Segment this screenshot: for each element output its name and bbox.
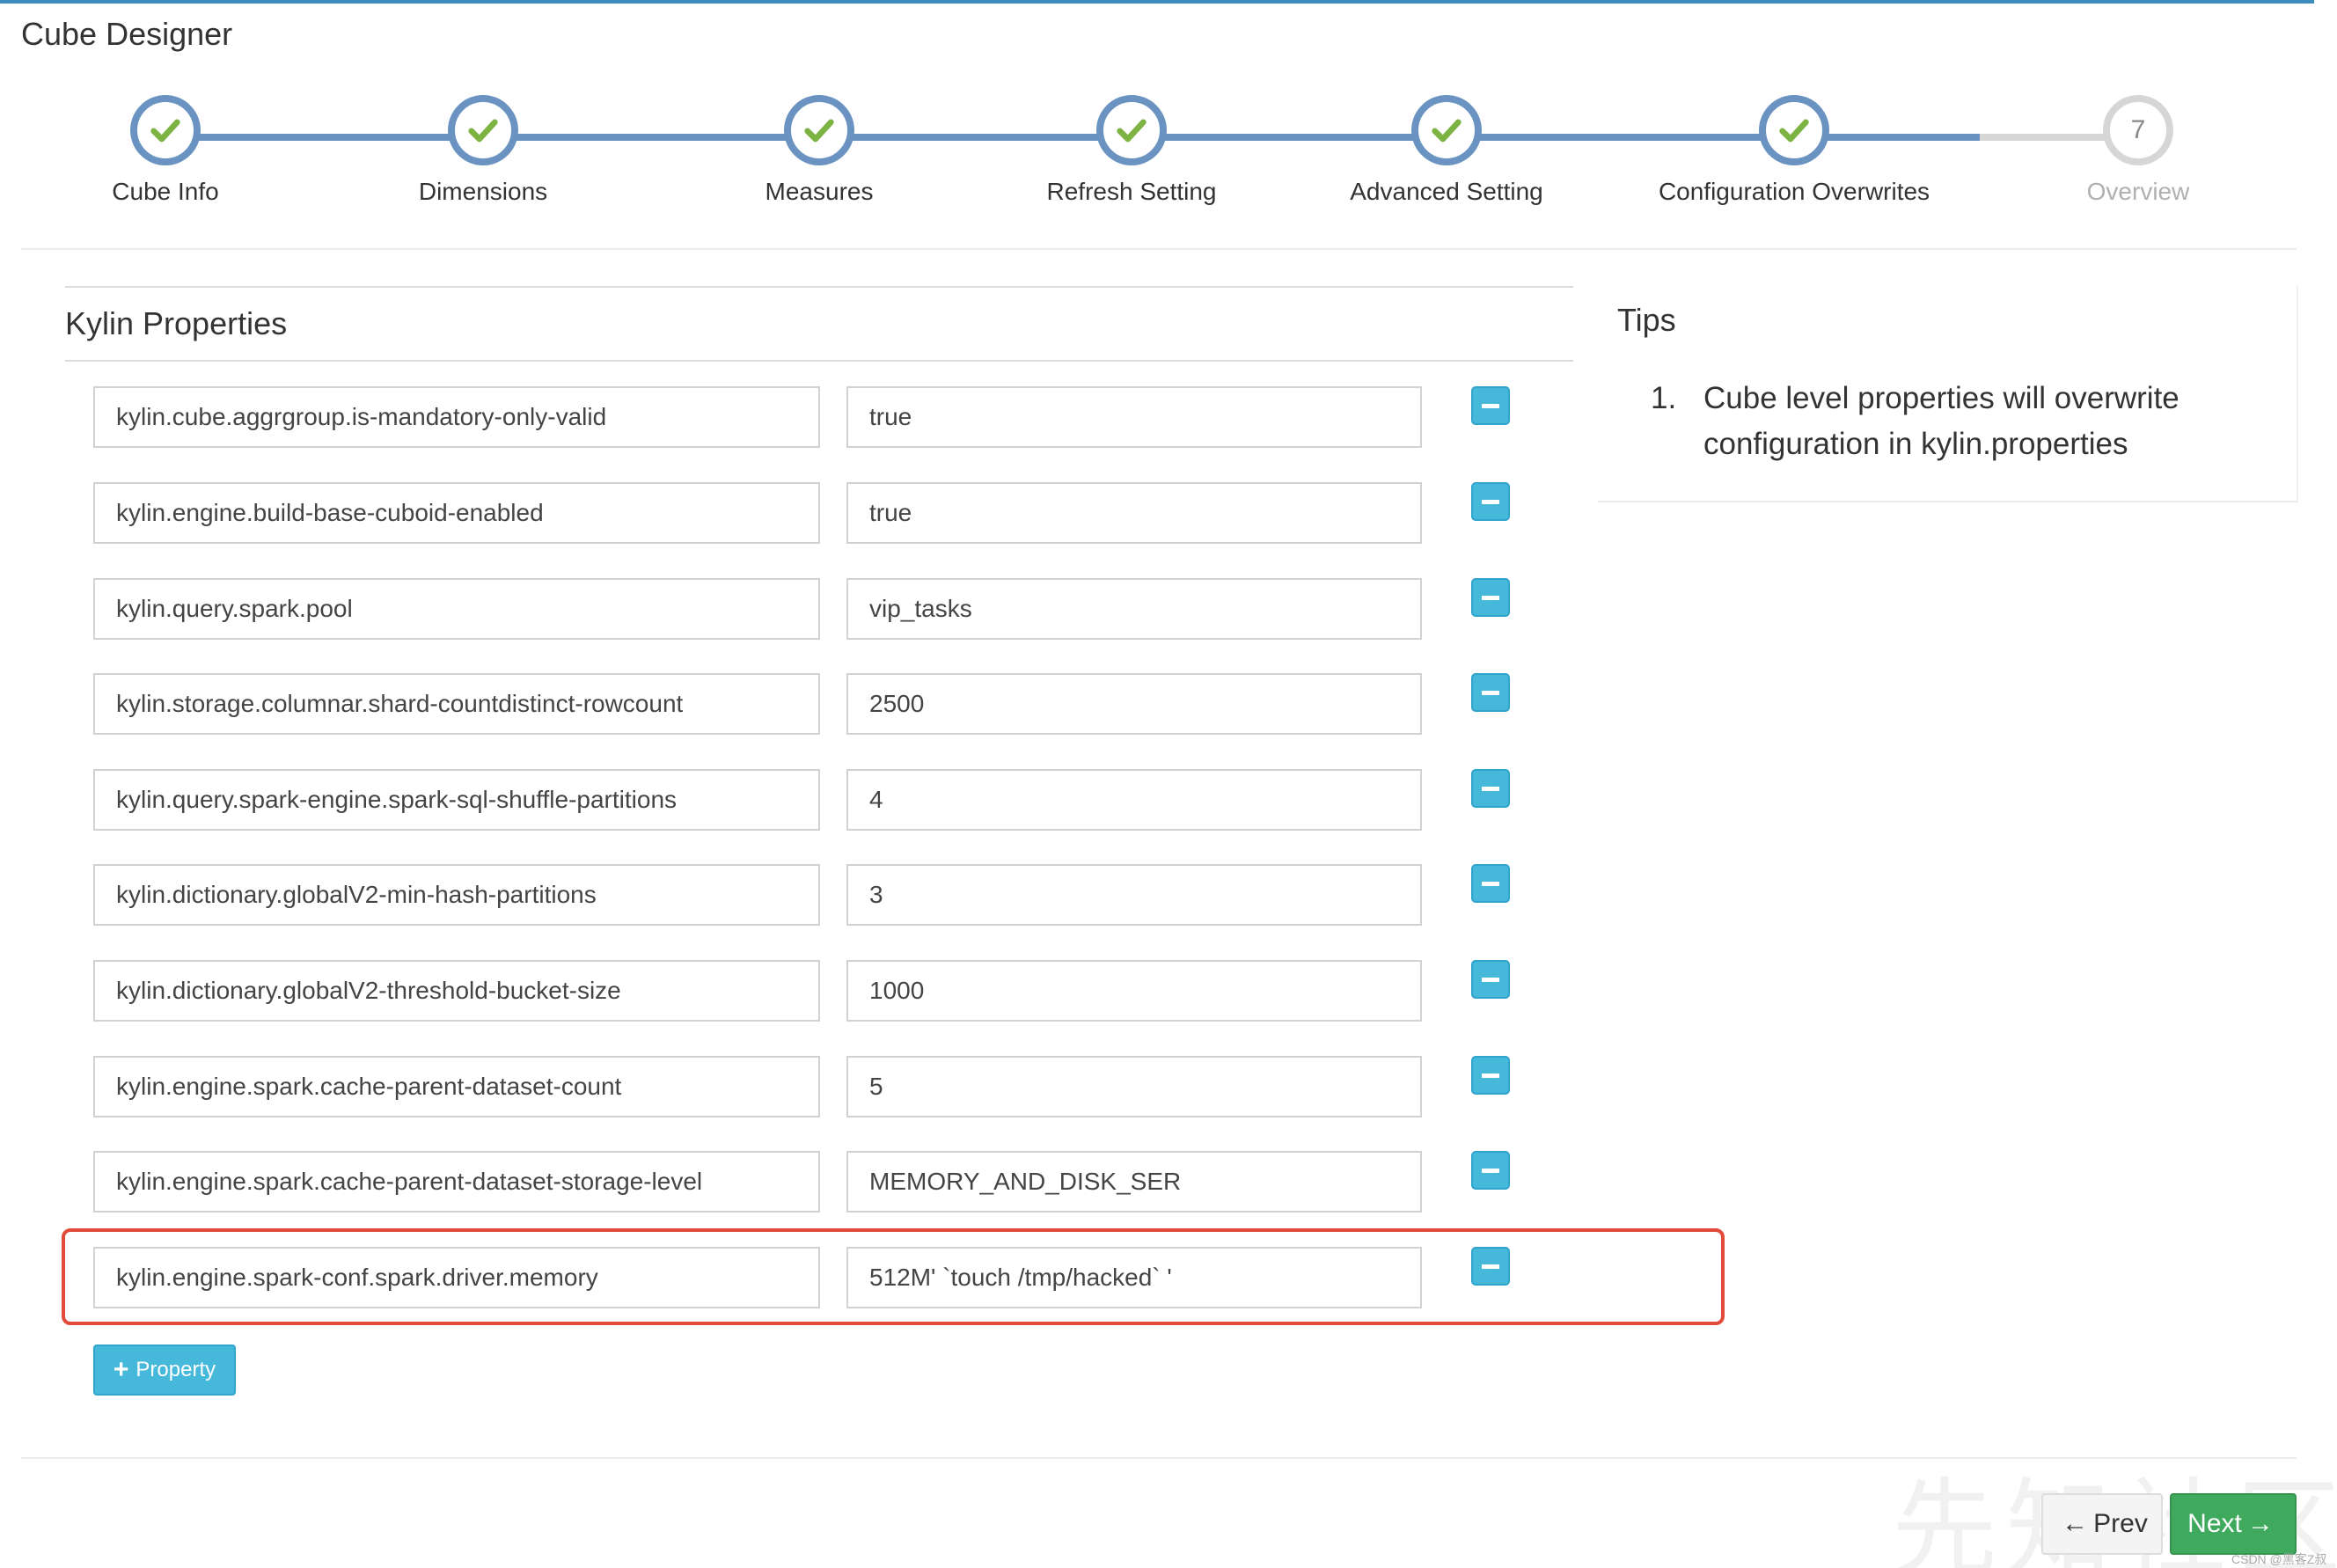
property-value-input[interactable]: true [846,386,1422,448]
property-row: kylin.dictionary.globalV2-min-hash-parti… [93,864,1580,926]
step-number-circle: 7 [2103,95,2173,165]
property-value-input[interactable]: 1000 [846,960,1422,1022]
minus-icon [1482,786,1499,791]
remove-property-button[interactable] [1471,386,1510,425]
step-refresh-setting[interactable]: Refresh Setting [947,95,1316,206]
step-done-circle [1759,95,1829,165]
next-label: Next [2187,1509,2242,1538]
property-key-input[interactable]: kylin.engine.build-base-cuboid-enabled [93,482,820,544]
add-property-button[interactable]: + Property [93,1345,236,1396]
property-row: kylin.dictionary.globalV2-threshold-buck… [93,960,1580,1022]
remove-property-button[interactable] [1471,864,1510,903]
arrow-right-icon: → [2246,1509,2274,1538]
kylin-properties-panel: Kylin Properties [65,286,1573,362]
property-key-input[interactable]: kylin.dictionary.globalV2-threshold-buck… [93,960,820,1022]
step-label: Overview [2086,178,2190,205]
tips-title: Tips [1617,302,1676,338]
step-dimensions[interactable]: Dimensions [298,95,668,206]
minus-icon [1482,1168,1499,1173]
watermark-credit: CSDN @黑客Z叔 [2231,1552,2327,1566]
step-configuration-overwrites[interactable]: Configuration Overwrites [1609,95,1979,206]
property-value-input[interactable]: 3 [846,864,1422,926]
step-overview[interactable]: 7 Overview [1953,95,2323,206]
remove-property-button[interactable] [1471,1151,1510,1190]
remove-property-button[interactable] [1471,578,1510,617]
highlight-box [62,1228,1725,1325]
minus-icon [1482,977,1499,982]
page-title: Cube Designer [21,16,233,52]
property-row: kylin.query.spark-engine.spark-sql-shuff… [93,769,1580,831]
property-row: kylin.engine.spark.cache-parent-dataset-… [93,1151,1580,1213]
step-done-circle [1096,95,1167,165]
check-icon [804,119,834,143]
tips-panel: Tips 1. Cube level properties will overw… [1598,286,2298,502]
divider [21,248,2297,250]
remove-property-button[interactable] [1471,960,1510,999]
property-row: kylin.storage.columnar.shard-countdistin… [93,673,1580,735]
step-done-circle [784,95,854,165]
property-key-input[interactable]: kylin.query.spark.pool [93,578,820,640]
check-icon [468,119,498,143]
minus-icon [1482,403,1499,408]
step-label: Advanced Setting [1350,178,1543,205]
property-key-input[interactable]: kylin.dictionary.globalV2-min-hash-parti… [93,864,820,926]
step-label: Refresh Setting [1046,178,1217,205]
step-done-circle [1411,95,1482,165]
remove-property-button[interactable] [1471,482,1510,521]
panel-header: Kylin Properties [65,286,1573,362]
plus-icon: + [113,1355,129,1384]
property-row: kylin.engine.build-base-cuboid-enabled t… [93,482,1580,544]
prev-button[interactable]: ← Prev [2041,1493,2163,1555]
step-label: Dimensions [418,178,548,205]
minus-icon [1482,499,1499,504]
property-row: kylin.engine.spark.cache-parent-dataset-… [93,1056,1580,1117]
prev-label: Prev [2093,1509,2148,1538]
property-value-input[interactable]: MEMORY_AND_DISK_SER [846,1151,1422,1213]
remove-property-button[interactable] [1471,769,1510,808]
property-key-input[interactable]: kylin.storage.columnar.shard-countdistin… [93,673,820,735]
property-value-input[interactable]: 4 [846,769,1422,831]
add-property-label: Property [136,1358,216,1381]
property-row: kylin.query.spark.pool vip_tasks [93,578,1580,640]
property-value-input[interactable]: 2500 [846,673,1422,735]
step-advanced-setting[interactable]: Advanced Setting [1262,95,1631,206]
wizard-steps: Cube Info Dimensions Measures Refresh Se… [0,95,2288,218]
property-key-input[interactable]: kylin.engine.spark.cache-parent-dataset-… [93,1151,820,1213]
property-value-input[interactable]: vip_tasks [846,578,1422,640]
minus-icon [1482,881,1499,886]
property-row: kylin.cube.aggrgroup.is-mandatory-only-v… [93,386,1580,448]
tip-number: 1. [1651,381,1677,415]
minus-icon [1482,1073,1499,1078]
step-done-circle [130,95,201,165]
tip-text: Cube level properties will overwrite con… [1703,381,2179,461]
next-button[interactable]: Next → [2170,1493,2297,1555]
property-value-input[interactable]: true [846,482,1422,544]
property-value-input[interactable]: 5 [846,1056,1422,1117]
panel-title: Kylin Properties [65,305,288,341]
minus-icon [1482,690,1499,695]
property-key-input[interactable]: kylin.cube.aggrgroup.is-mandatory-only-v… [93,386,820,448]
arrow-left-icon: ← [2062,1509,2089,1538]
check-icon [1779,119,1809,143]
check-icon [1117,119,1147,143]
check-icon [150,119,180,143]
step-done-circle [448,95,518,165]
minus-icon [1482,595,1499,600]
remove-property-button[interactable] [1471,673,1510,712]
step-label: Configuration Overwrites [1658,178,1930,205]
property-key-input[interactable]: kylin.query.spark-engine.spark-sql-shuff… [93,769,820,831]
remove-property-button[interactable] [1471,1056,1510,1095]
property-key-input[interactable]: kylin.engine.spark.cache-parent-dataset-… [93,1056,820,1117]
check-icon [1432,119,1462,143]
